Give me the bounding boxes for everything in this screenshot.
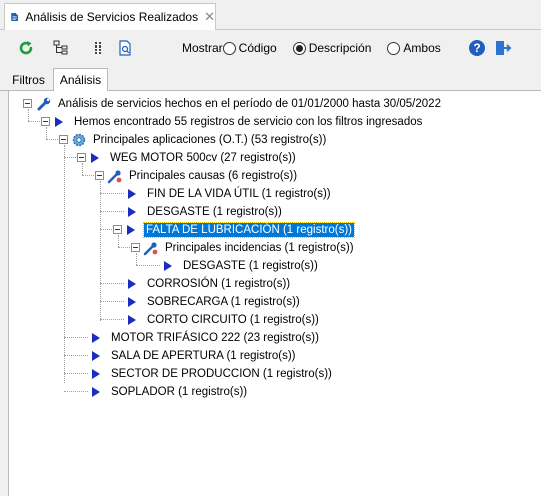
- tree-incidents-label: Principales incidencias (1 registro(s)): [165, 241, 354, 254]
- tree-node-weg-motor[interactable]: WEG MOTOR 500cv (27 registro(s)): [77, 149, 298, 166]
- tree-node-group[interactable]: Principales aplicaciones (O.T.) (53 regi…: [59, 131, 328, 148]
- arrow-icon: [55, 116, 63, 127]
- tree-structure-icon: [53, 40, 68, 55]
- tree-cause-label: CORROSIÓN (1 registro(s)): [147, 277, 291, 290]
- tree-node-cause-item[interactable]: SOBRECARGA (1 registro(s)): [128, 293, 302, 310]
- radio-ambos-circle[interactable]: [387, 41, 401, 55]
- tree-node-incident-item[interactable]: DESGASTE (1 registro(s)): [164, 257, 320, 274]
- document-icon: [11, 13, 19, 21]
- radio-ambos-label: Ambos: [403, 41, 441, 55]
- svg-text:?: ?: [473, 41, 480, 55]
- tree-causes-label: Principales causas (6 registro(s)): [129, 169, 298, 182]
- arrow-icon: [92, 368, 100, 379]
- document-tab[interactable]: Análisis de Servicios Realizados ✕: [4, 3, 216, 30]
- tools-icon: [143, 241, 158, 255]
- exit-button[interactable]: [492, 37, 514, 59]
- tree-node-application[interactable]: SOPLADOR (1 registro(s)): [92, 383, 249, 400]
- radio-codigo[interactable]: Código: [222, 41, 277, 55]
- tree-node-causes[interactable]: Principales causas (6 registro(s)): [95, 167, 299, 184]
- tree-application-label: SALA DE APERTURA (1 registro(s)): [111, 349, 296, 362]
- arrow-icon: [92, 332, 100, 343]
- tree-node-incidents[interactable]: Principales incidencias (1 registro(s)): [131, 239, 356, 256]
- radio-codigo-circle[interactable]: [222, 41, 236, 55]
- mostrar-label: Mostrar: [182, 41, 223, 55]
- columns-icon: [95, 42, 101, 54]
- document-tabstrip: Análisis de Servicios Realizados ✕: [0, 0, 541, 30]
- arrow-icon: [92, 386, 100, 397]
- tree-node-application[interactable]: MOTOR TRIFÁSICO 222 (23 registro(s)): [92, 329, 321, 346]
- tree-cause-label: FIN DE LA VIDA ÚTIL (1 registro(s)): [147, 187, 331, 200]
- tree-application-label: MOTOR TRIFÁSICO 222 (23 registro(s)): [111, 331, 319, 344]
- tree-view-button[interactable]: [50, 37, 72, 59]
- arrow-icon: [128, 278, 136, 289]
- collapse-toggle[interactable]: [41, 117, 50, 126]
- tree-weg-label: WEG MOTOR 500cv (27 registro(s)): [110, 151, 296, 164]
- tree-node-cause-item[interactable]: CORTO CIRCUITO (1 registro(s)): [128, 311, 321, 328]
- arrow-icon: [128, 296, 136, 307]
- tree-summary-label: Hemos encontrado 55 registros de servici…: [74, 115, 423, 128]
- tree-node-cause-item-selected[interactable]: FALTA DE LUBRICACIÓN (1 registro(s)): [113, 221, 355, 238]
- tree-node-cause-item[interactable]: DESGASTE (1 registro(s)): [128, 203, 284, 220]
- collapse-toggle[interactable]: [95, 171, 104, 180]
- radio-descripcion-circle[interactable]: [292, 41, 306, 55]
- tree-cause-label: DESGASTE (1 registro(s)): [147, 205, 282, 218]
- report-button[interactable]: [114, 37, 136, 59]
- document-report-icon: [119, 40, 131, 56]
- analysis-tree: Análisis de servicios hechos en el perío…: [9, 91, 541, 496]
- refresh-icon: [19, 41, 33, 55]
- collapse-toggle[interactable]: [59, 135, 68, 144]
- tree-cause-label: FALTA DE LUBRICACIÓN (1 registro(s)): [143, 221, 355, 238]
- toolbar: Mostrar Código Descripción Ambos ?: [0, 31, 541, 64]
- arrow-icon: [128, 188, 136, 199]
- collapse-toggle[interactable]: [23, 99, 32, 108]
- tree-cause-label: CORTO CIRCUITO (1 registro(s)): [147, 313, 319, 326]
- tree-root-label: Análisis de servicios hechos en el perío…: [58, 97, 441, 110]
- gear-icon: [72, 133, 86, 146]
- tree-node-cause-item[interactable]: CORROSIÓN (1 registro(s)): [128, 275, 292, 292]
- tree-node-cause-item[interactable]: FIN DE LA VIDA ÚTIL (1 registro(s)): [128, 185, 333, 202]
- radio-ambos[interactable]: Ambos: [387, 41, 441, 55]
- refresh-button[interactable]: [15, 37, 37, 59]
- tab-filtros[interactable]: Filtros: [5, 68, 52, 91]
- columns-button[interactable]: [87, 37, 109, 59]
- radio-codigo-label: Código: [238, 41, 277, 55]
- tree-cause-label: SOBRECARGA (1 registro(s)): [147, 295, 300, 308]
- analysis-tree-panel: Análisis de servicios hechos en el perío…: [8, 91, 541, 496]
- tree-incident-label: DESGASTE (1 registro(s)): [183, 259, 318, 272]
- arrow-icon: [128, 314, 136, 325]
- help-icon: ?: [469, 40, 485, 56]
- arrow-icon: [91, 152, 99, 163]
- tree-node-application[interactable]: SALA DE APERTURA (1 registro(s)): [92, 347, 297, 364]
- tree-node-summary[interactable]: Hemos encontrado 55 registros de servici…: [41, 113, 424, 130]
- arrow-icon: [127, 224, 135, 235]
- radio-descripcion-label: Descripción: [308, 41, 372, 55]
- display-mode-group: Mostrar Código Descripción Ambos: [182, 41, 457, 55]
- arrow-icon: [164, 260, 172, 271]
- radio-descripcion[interactable]: Descripción: [292, 41, 372, 55]
- tab-analisis[interactable]: Análisis: [53, 68, 108, 92]
- tree-node-root[interactable]: Análisis de servicios hechos en el perío…: [23, 95, 443, 112]
- exit-icon: [496, 41, 512, 55]
- collapse-toggle[interactable]: [77, 153, 86, 162]
- tree-application-label: SECTOR DE PRODUCCION (1 registro(s)): [111, 367, 332, 380]
- collapse-toggle[interactable]: [113, 225, 122, 234]
- arrow-icon: [128, 206, 136, 217]
- wrench-icon: [37, 97, 51, 110]
- arrow-icon: [92, 350, 100, 361]
- close-tab-icon[interactable]: ✕: [204, 9, 215, 25]
- tree-application-label: SOPLADOR (1 registro(s)): [111, 385, 248, 398]
- collapse-toggle[interactable]: [131, 243, 140, 252]
- tree-node-application[interactable]: SECTOR DE PRODUCCION (1 registro(s)): [92, 365, 334, 382]
- tree-group-label: Principales aplicaciones (O.T.) (53 regi…: [93, 133, 327, 146]
- help-button[interactable]: ?: [466, 37, 488, 59]
- document-tab-title: Análisis de Servicios Realizados: [25, 10, 199, 24]
- inner-tab-strip: Filtros Análisis: [0, 64, 541, 92]
- tools-icon: [107, 169, 122, 183]
